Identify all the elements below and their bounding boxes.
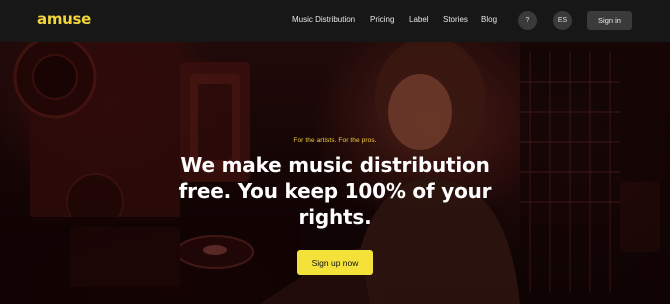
nav-link-blog[interactable]: Blog [481, 15, 497, 24]
nav-link-stories[interactable]: Stories [443, 15, 468, 24]
help-icon: ? [525, 17, 530, 24]
hero-section: For the artists. For the pros. We make m… [0, 42, 670, 304]
hero-headline: We make music distribution free. You kee… [150, 152, 520, 230]
sign-up-button[interactable]: Sign up now [297, 250, 373, 275]
help-button[interactable]: ? [518, 11, 537, 30]
headline-line-2: free. You keep 100% of your [178, 179, 492, 203]
hero-tagline: For the artists. For the pros. [293, 137, 377, 144]
language-button[interactable]: ES [553, 11, 572, 30]
top-nav: amuse Music Distribution Pricing Label S… [0, 0, 670, 42]
nav-link-music-distribution[interactable]: Music Distribution [292, 15, 355, 24]
sign-in-button[interactable]: Sign in [587, 11, 632, 30]
headline-line-3: rights. [298, 205, 372, 229]
headline-line-1: We make music distribution [180, 153, 490, 177]
nav-link-pricing[interactable]: Pricing [370, 15, 394, 24]
nav-link-label[interactable]: Label [409, 15, 429, 24]
